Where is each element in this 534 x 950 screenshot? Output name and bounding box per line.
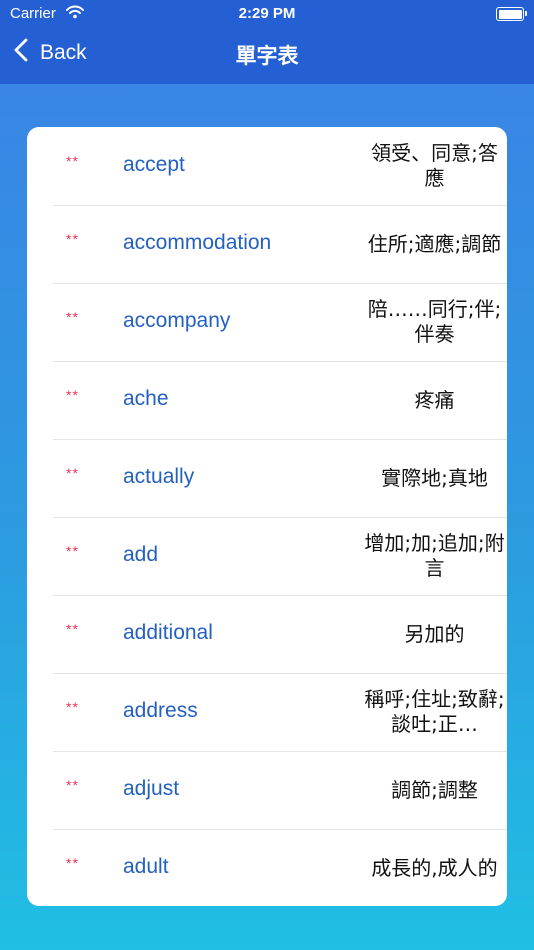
nav-bar: Carrier 2:29 PM Back 單字表 — [0, 0, 534, 84]
page-title: 單字表 — [235, 45, 299, 68]
meaning-label: 另加的 — [404, 621, 465, 646]
meaning-label: 增加;加;追加;附言 — [364, 531, 505, 580]
status-time: 2:29 PM — [238, 5, 296, 22]
list-item[interactable]: ** address 稱呼;住址;致辭;談吐;正… — [27, 673, 507, 751]
word-list: ** accept 領受、同意;答應 ** accommodation 住所;適… — [27, 127, 507, 906]
battery-icon — [496, 7, 527, 21]
word-label: additional — [123, 621, 213, 644]
meaning-label: 住所;適應;調節 — [367, 231, 502, 256]
list-item[interactable]: ** additional 另加的 — [27, 595, 507, 673]
list-item[interactable]: ** accompany 陪……同行;伴;伴奏 — [27, 283, 507, 361]
list-item[interactable]: ** adult 成長的,成人的 — [27, 829, 507, 906]
meaning-label: 調節;調整 — [391, 777, 478, 802]
importance-stars: ** — [66, 153, 79, 169]
importance-stars: ** — [66, 309, 79, 325]
meaning-label: 疼痛 — [414, 387, 455, 412]
status-bar: Carrier 2:29 PM — [0, 0, 534, 30]
importance-stars: ** — [66, 465, 79, 481]
meaning-label: 稱呼;住址;致辭;談吐;正… — [364, 687, 505, 736]
word-label: add — [123, 543, 159, 566]
list-item[interactable]: ** accommodation 住所;適應;調節 — [27, 205, 507, 283]
importance-stars: ** — [66, 387, 79, 403]
meaning-label: 成長的,成人的 — [371, 855, 498, 880]
list-item[interactable]: ** adjust 調節;調整 — [27, 751, 507, 829]
word-label: accommodation — [123, 231, 272, 254]
word-label: actually — [123, 465, 195, 488]
list-item[interactable]: ** accept 領受、同意;答應 — [27, 127, 507, 205]
meaning-label: 實際地;真地 — [381, 465, 488, 490]
list-item[interactable]: ** actually 實際地;真地 — [27, 439, 507, 517]
importance-stars: ** — [66, 699, 79, 715]
word-label: accompany — [123, 309, 231, 332]
meaning-label: 陪……同行;伴;伴奏 — [367, 297, 502, 346]
list-item[interactable]: ** ache 疼痛 — [27, 361, 507, 439]
importance-stars: ** — [66, 621, 79, 637]
word-label: accept — [123, 153, 185, 176]
meaning-label: 領受、同意;答應 — [371, 141, 498, 190]
importance-stars: ** — [66, 543, 79, 559]
importance-stars: ** — [66, 777, 79, 793]
word-label: adult — [123, 855, 169, 878]
importance-stars: ** — [66, 855, 79, 871]
importance-stars: ** — [66, 231, 79, 247]
word-label: address — [123, 699, 198, 722]
word-label: ache — [123, 387, 169, 410]
word-label: adjust — [123, 777, 180, 800]
list-item[interactable]: ** add 增加;加;追加;附言 — [27, 517, 507, 595]
